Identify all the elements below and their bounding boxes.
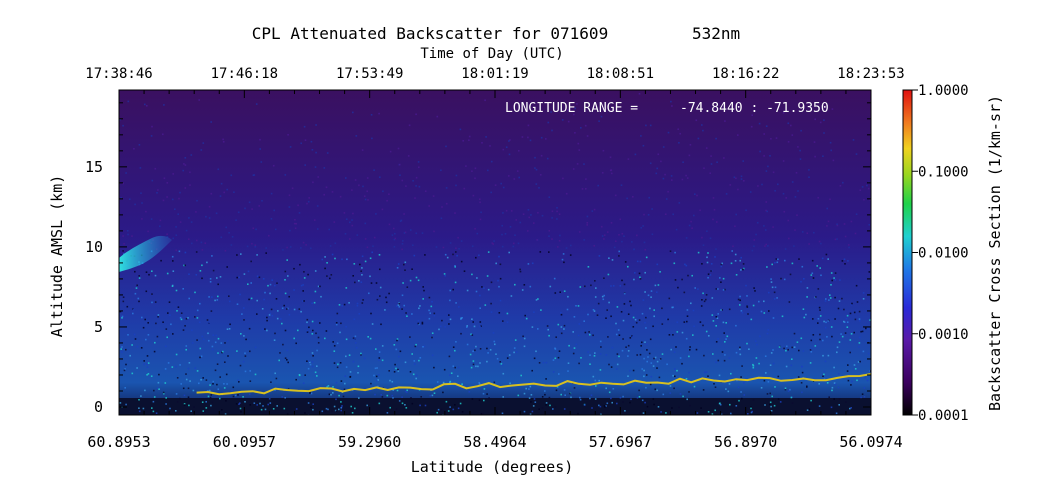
x-tick-label: 60.8953 [87,433,150,451]
x-tick-label: 56.0974 [839,433,902,451]
x-axis-label: Latitude (degrees) [411,458,574,476]
time-tick-label: 17:46:18 [211,66,278,82]
plot-background [119,90,871,415]
time-tick-label: 17:38:46 [85,66,152,82]
colorbar-tick-label: 0.0001 [918,408,969,424]
wavelength-label: 532nm [692,24,740,43]
x-tick-label: 58.4964 [463,433,526,451]
colorbar-tick-label: 0.0010 [918,327,969,343]
y-tick-label: 15 [85,158,103,176]
chart-title: CPL Attenuated Backscatter for 071609 [252,24,608,43]
colorbar [902,89,913,416]
x-tick-label: 59.2960 [338,433,401,451]
time-tick-label: 18:16:22 [712,66,779,82]
longitude-range-label: LONGITUDE RANGE = [505,101,638,116]
colorbar-label: Backscatter Cross Section (1/km-sr) [986,95,1004,411]
colorbar-tick-label: 0.1000 [918,164,969,180]
plot-area [119,90,871,415]
time-tick-label: 18:23:53 [837,66,904,82]
time-tick-label: 18:01:19 [461,66,528,82]
colorbar-tick-label: 0.0100 [918,246,969,262]
backscatter-chart: CPL Attenuated Backscatter for 071609 53… [48,24,1004,476]
x-tick-label: 57.6967 [589,433,652,451]
time-tick-label: 18:08:51 [587,66,654,82]
top-axis-label: Time of Day (UTC) [420,46,563,62]
x-tick-label: 56.8970 [714,433,777,451]
colorbar-ticks: 1.0000 0.1000 0.0100 0.0010 0.0001 [912,83,969,424]
y-axis-label: Altitude AMSL (km) [48,175,66,338]
time-tick-label: 17:53:49 [336,66,403,82]
x-tick-label: 60.0957 [213,433,276,451]
y-tick-label: 0 [94,398,103,416]
y-tick-label: 5 [94,318,103,336]
longitude-range-value: -74.8440 : -71.9350 [680,101,829,116]
y-tick-label: 10 [85,238,103,256]
colorbar-tick-label: 1.0000 [918,83,969,99]
